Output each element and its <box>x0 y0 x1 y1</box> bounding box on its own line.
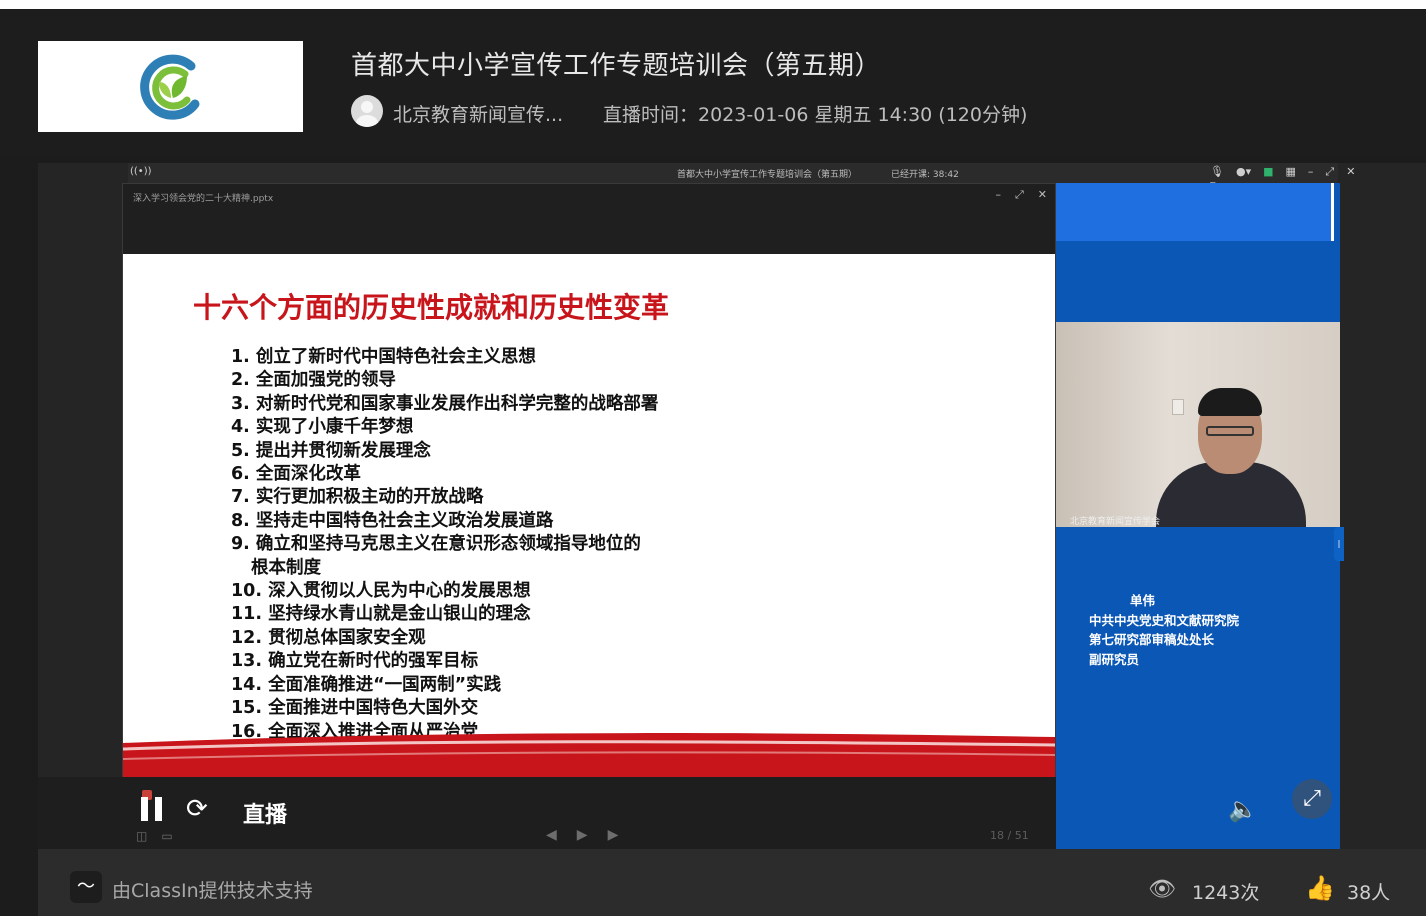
list-item: 2. 全面加强党的领导 <box>231 370 396 391</box>
logo-icon <box>139 54 199 120</box>
live-time: 直播时间：2023-01-06 星期五 14:30 (120分钟) <box>603 104 1028 126</box>
layout-icon: ◫ <box>136 829 148 843</box>
speaker-position: 第七研究部审稿处处长 <box>1089 632 1215 647</box>
speaker-info: 单伟 中共中央党史和文献研究院 第七研究部审稿处处长 副研究员 <box>1089 591 1239 669</box>
close-icon: ✕ <box>1346 165 1356 178</box>
deck-close-icon: ✕ <box>1037 188 1047 201</box>
list-item: 5. 提出并贯彻新发展理念 <box>231 440 431 461</box>
list-item: 13. 确立党在新时代的强军目标 <box>231 651 479 672</box>
org-name-link[interactable]: 北京教育新闻宣传... <box>393 100 563 127</box>
classroom-title: 首都大中小学宣传工作专题培训会（第五期） <box>677 170 858 180</box>
deck-minimize-icon: – <box>995 188 1001 201</box>
next-slide-icon: ▶ <box>607 827 619 843</box>
panel-toggle-handle[interactable]: ‖ <box>1334 527 1344 561</box>
slide-title: 十六个方面的历史性成就和历史性变革 <box>193 291 670 324</box>
deck-filename: 深入学习领会党的二十大精神.pptx <box>133 194 274 204</box>
list-item: 4. 实现了小康千年梦想 <box>231 417 414 438</box>
speaker-affiliation: 中共中央党史和文献研究院 <box>1089 612 1240 628</box>
eye-icon: 👁 <box>1148 877 1176 902</box>
live-label: 直播 <box>243 803 288 828</box>
panel-header <box>1056 183 1334 241</box>
list-item: 6. 全面深化改革 <box>231 464 361 485</box>
slide: 十六个方面的历史性成就和历史性变革 1. 创立了新时代中国特色社会主义思想 2.… <box>123 254 1055 777</box>
classroom-titlebar: 首都大中小学宣传工作专题培训会（第五期） 已经开课: 38:42 🎙▾ ●▾ ■… <box>128 163 1355 191</box>
deck-resize-icon: ⤢ <box>1014 188 1024 201</box>
volume-icon[interactable]: 🔈 <box>1228 795 1258 825</box>
player-controls: ⟳ 直播 ◫ ▭ ◀ ▶ ▶ 18 / 51 <box>38 777 1056 849</box>
slide-decor-band <box>123 733 1055 777</box>
speaker-rank: 副研究员 <box>1089 651 1140 667</box>
list-item: 1. 创立了新时代中国特色社会主义思想 <box>231 347 536 367</box>
slide-list: 1. 创立了新时代中国特色社会主义思想 2. 全面加强党的领导 3. 对新时代党… <box>231 346 658 744</box>
list-item: 3. 对新时代党和国家事业发展作出科学完整的战略部署 <box>231 393 659 414</box>
list-item: 8. 坚持走中国特色社会主义政治发展道路 <box>231 510 554 531</box>
participant-panel: 北京教育新闻宣传学会 ‖ 单伟 中共中央党史和文献研究院 第七研究部审稿处处长 … <box>1056 183 1344 849</box>
play-slide-icon: ▶ <box>576 827 588 843</box>
top-strip <box>0 0 1426 9</box>
list-item: 10. 深入贯彻以人民为中心的发展思想 <box>231 581 531 602</box>
prev-slide-icon: ◀ <box>546 827 557 843</box>
speaker-name: 单伟 <box>1130 593 1156 608</box>
like-count: 38人 <box>1347 882 1391 904</box>
view-count: 1243次 <box>1192 882 1260 904</box>
video-player[interactable]: 首都大中小学宣传工作专题培训会（第五期） 已经开课: 38:42 🎙▾ ●▾ ■… <box>38 163 1426 849</box>
page-header: 首都大中小学宣传工作专题培训会（第五期） 北京教育新闻宣传... 直播时间：20… <box>0 9 1426 157</box>
refresh-icon[interactable]: ⟳ <box>186 796 208 822</box>
layout-icons: ◫ ▭ <box>136 829 173 843</box>
avatar[interactable] <box>351 95 383 127</box>
list-item: 12. 贯彻总体国家安全观 <box>231 627 426 648</box>
list-item: 11. 坚持绿水青山就是金山银山的理念 <box>231 604 531 625</box>
deck-controls: – ⤢ ✕ <box>995 188 1047 202</box>
speaker-video: 北京教育新闻宣传学会 <box>1056 322 1340 527</box>
notes-icon: ▭ <box>161 829 173 843</box>
classin-logo-icon: 〜 <box>70 871 102 903</box>
list-item: 15. 全面推进中国特色大国外交 <box>231 698 479 719</box>
pause-button[interactable] <box>141 790 163 821</box>
deck-titlebar: 深入学习领会党的二十大精神.pptx – ⤢ ✕ <box>123 184 1055 254</box>
org-logo <box>38 41 303 132</box>
slide-nav: ◀ ▶ ▶ <box>546 827 618 843</box>
video-caption: 北京教育新闻宣传学会 <box>1070 517 1161 527</box>
elapsed-time: 已经开课: 38:42 <box>891 170 959 180</box>
signal-icon: ((•)) <box>130 166 152 177</box>
list-item: 7. 实行更加积极主动的开放战略 <box>231 487 484 508</box>
thumbs-up-icon[interactable]: 👍 <box>1305 874 1335 902</box>
page-footer: 〜 由ClassIn提供技术支持 👁 1243次 👍 38人 <box>38 849 1426 916</box>
list-item: 根本制度 <box>251 557 321 578</box>
wall-switch <box>1172 399 1184 415</box>
list-item: 14. 全面准确推进“一国两制”实践 <box>231 674 502 695</box>
page-count: 18 / 51 <box>990 829 1029 842</box>
tech-support-text: 由ClassIn提供技术支持 <box>112 880 313 902</box>
slide-deck-window: 深入学习领会党的二十大精神.pptx – ⤢ ✕ 十六个方面的历史性成就和历史性… <box>122 183 1056 777</box>
list-item: 9. 确立和坚持马克思主义在意识形态领域指导地位的 <box>231 534 641 555</box>
page-title: 首都大中小学宣传工作专题培训会（第五期） <box>351 51 882 81</box>
fullscreen-icon[interactable]: ⤢ <box>1292 779 1332 819</box>
